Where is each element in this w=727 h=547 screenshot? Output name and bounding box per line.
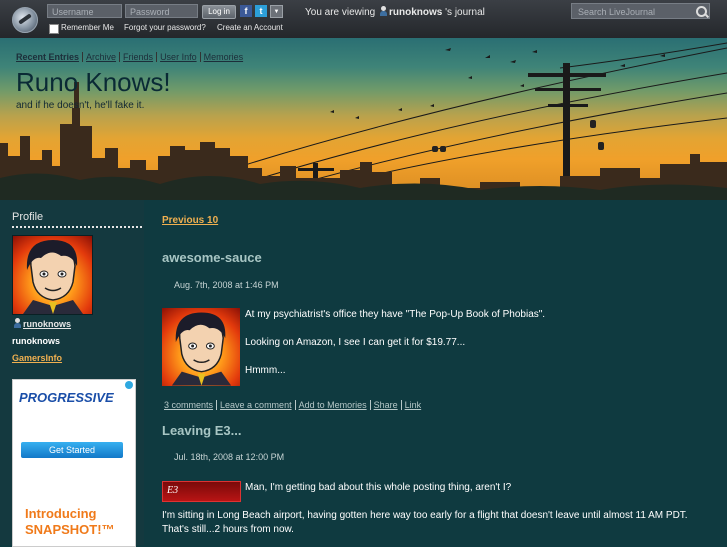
entry-paragraph: Hmmm... <box>245 365 286 376</box>
comments-link[interactable]: 3 comments <box>164 400 216 410</box>
journal-subtitle: and if he doesn't, he'll fake it. <box>16 100 145 111</box>
ad-headline-1: Introducing <box>25 506 97 521</box>
previous-10-link[interactable]: Previous 10 <box>162 215 218 226</box>
avatar[interactable] <box>12 235 93 315</box>
user-icon <box>14 318 21 328</box>
nav-memories[interactable]: Memories <box>199 52 247 62</box>
e3-banner-text: E3 <box>167 485 179 496</box>
permalink-link[interactable]: Link <box>400 400 425 410</box>
username-input[interactable]: Username <box>47 4 122 18</box>
e3-banner-image: E3 <box>162 481 241 502</box>
adchoices-icon[interactable] <box>125 381 133 389</box>
entry-paragraph: Man, I'm getting bad about this whole po… <box>245 482 512 493</box>
sidebar-username-text[interactable]: runoknows <box>23 319 71 329</box>
leave-comment-link[interactable]: Leave a comment <box>216 400 295 410</box>
search-input[interactable]: Search LiveJournal <box>571 3 710 19</box>
password-input[interactable]: Password <box>125 4 198 18</box>
skyline-illustration <box>0 42 727 200</box>
viewing-user-link[interactable]: runoknows <box>389 7 442 18</box>
progressive-advertisement[interactable]: PROGRESSIVE Get Started Introducing SNAP… <box>12 379 136 547</box>
remember-me-checkbox[interactable] <box>49 24 59 34</box>
ad-logo: PROGRESSIVE <box>19 390 114 405</box>
sidebar-display-name: runoknows <box>12 336 61 346</box>
ad-get-started-button[interactable]: Get Started <box>21 442 123 458</box>
entry-actions: 3 comments Leave a comment Add to Memories… <box>164 400 425 410</box>
ad-headline-2: SNAPSHOT!™ <box>25 522 115 537</box>
journal-title: Runo Knows! <box>16 67 171 97</box>
sidebar-username-link[interactable]: runoknows <box>12 318 71 329</box>
nav-user-info[interactable]: User Info <box>156 52 200 62</box>
livejournal-logo-icon[interactable] <box>12 7 38 33</box>
facebook-icon[interactable]: f <box>240 5 252 17</box>
entry-paragraph: Looking on Amazon, I see I can get it fo… <box>245 337 466 348</box>
journal-nav: Recent Entries Archive Friends User Info Mem… <box>16 52 247 62</box>
entry-paragraph: At my psychiatrist's office they have "T… <box>245 309 546 320</box>
login-button[interactable]: Log in <box>202 5 236 19</box>
entry-title[interactable]: Leaving E3... <box>162 423 241 438</box>
create-account-link[interactable]: Create an Account <box>217 23 283 32</box>
entry-paragraph: That's still...2 hours from now. <box>162 524 294 535</box>
entry-date: Aug. 7th, 2008 at 1:46 PM <box>174 280 279 290</box>
entry-date: Jul. 18th, 2008 at 12:00 PM <box>174 452 285 462</box>
journal-entries: Previous 10 awesome-sauce Aug. 7th, 2008… <box>145 200 727 545</box>
nav-friends[interactable]: Friends <box>119 52 157 62</box>
entry-title[interactable]: awesome-sauce <box>162 250 262 265</box>
viewing-prefix: You are viewing <box>305 7 376 18</box>
viewing-suffix: 's journal <box>445 7 485 18</box>
profile-sidebar: Profile runoknows runoknows GamersInfo P… <box>0 200 144 547</box>
livejournal-topbar: Username Password Log in f t ▼ Remember … <box>0 0 727 39</box>
nav-archive[interactable]: Archive <box>82 52 120 62</box>
journal-header-banner: Recent Entries Archive Friends User Info Mem… <box>0 38 727 200</box>
share-link[interactable]: Share <box>369 400 401 410</box>
profile-heading: Profile <box>12 211 44 223</box>
user-icon <box>380 6 388 16</box>
twitter-icon[interactable]: t <box>255 5 267 17</box>
nav-recent-entries[interactable]: Recent Entries <box>16 52 82 62</box>
profile-divider <box>12 226 142 228</box>
forgot-password-link[interactable]: Forgot your password? <box>124 23 206 32</box>
remember-me-label: Remember Me <box>61 23 114 32</box>
chevron-down-icon[interactable]: ▼ <box>270 5 283 18</box>
gamersinfo-link[interactable]: GamersInfo <box>12 353 62 363</box>
entry-avatar <box>162 308 240 386</box>
viewing-journal-text: You are viewing runoknows 's journal <box>305 6 485 18</box>
entry-paragraph: I'm sitting in Long Beach airport, havin… <box>162 510 688 521</box>
add-to-memories-link[interactable]: Add to Memories <box>294 400 370 410</box>
search-icon[interactable] <box>696 6 707 17</box>
